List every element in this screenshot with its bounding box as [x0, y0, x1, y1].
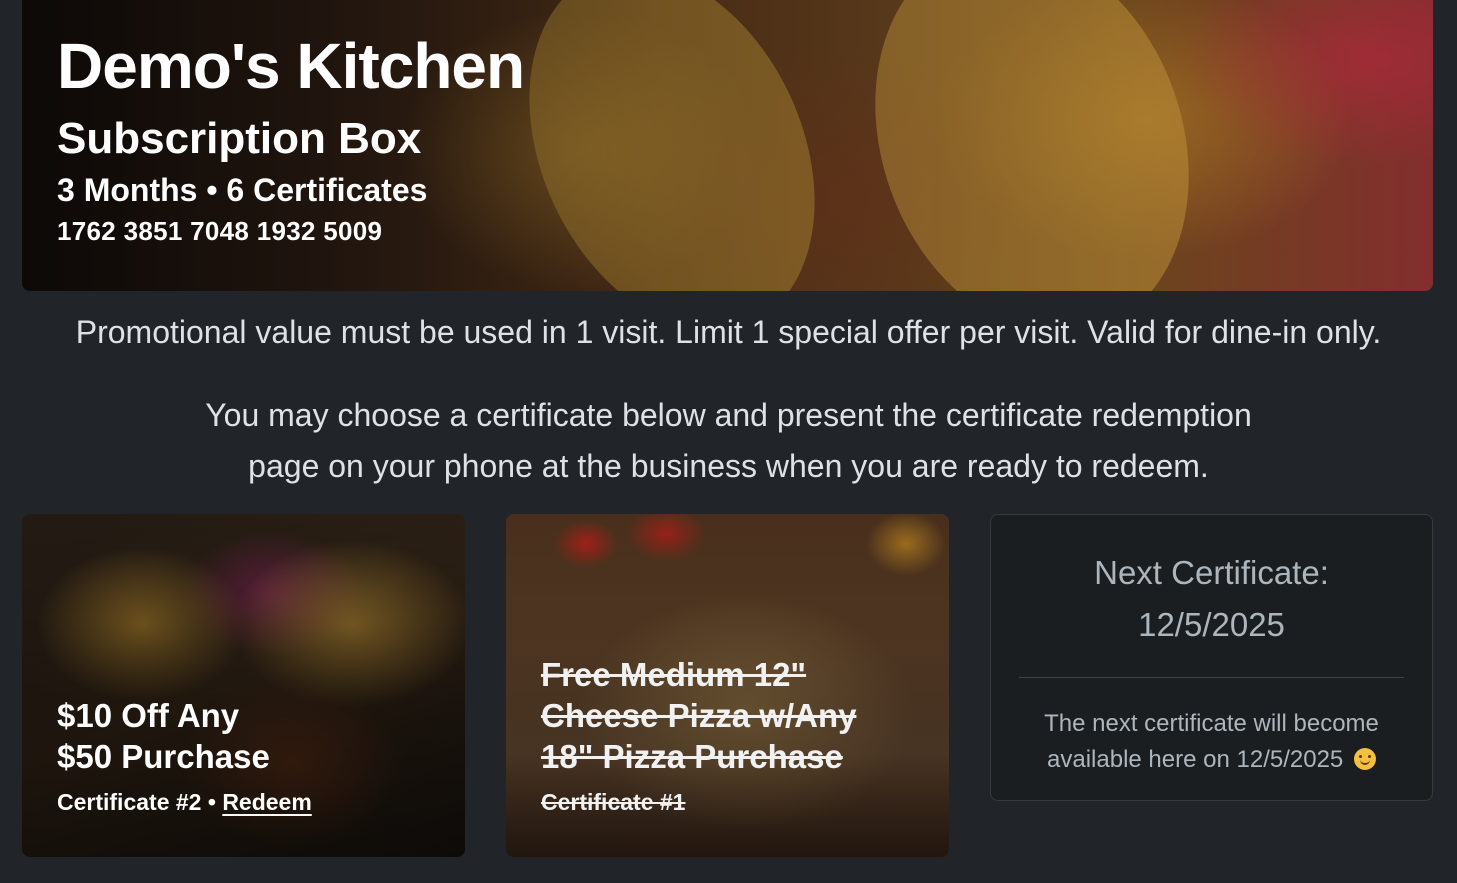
note-line-2: available here on 12/5/2025 [1021, 742, 1402, 778]
hero-text: Demo's Kitchen Subscription Box 3 Months… [57, 30, 525, 248]
instructions-line-1: You may choose a certificate below and p… [205, 397, 1252, 433]
note-line-2-text: available here on 12/5/2025 [1047, 746, 1344, 773]
certificate-card-1: Free Medium 12" Cheese Pizza w/Any 18" P… [506, 514, 949, 857]
certificate-title-line: 18" Pizza Purchase [541, 738, 843, 775]
certificate-footer: Certificate #1 [541, 787, 881, 817]
certificate-label: Certificate #2 [57, 789, 202, 815]
certificate-title-line: Cheese Pizza w/Any [541, 697, 857, 734]
certificate-card-2[interactable]: $10 Off Any $50 Purchase Certificate #2 … [22, 514, 465, 857]
note-line-1: The next certificate will become [1044, 710, 1379, 737]
smiling-face-icon [1353, 748, 1376, 770]
redeem-link[interactable]: Redeem [222, 789, 311, 815]
instructions-line-2: page on your phone at the business when … [248, 448, 1209, 484]
certificate-body: Free Medium 12" Cheese Pizza w/Any 18" P… [541, 654, 881, 817]
subscription-code: 1762 3851 7048 1932 5009 [57, 216, 383, 246]
next-certificate-note: The next certificate will become availab… [991, 706, 1432, 778]
next-certificate-heading: Next Certificate: [1094, 554, 1329, 591]
subscription-title: Subscription Box [57, 114, 422, 163]
subscription-meta: 3 Months • 6 Certificates [57, 172, 428, 208]
certificate-title-line: $10 Off Any [57, 697, 240, 734]
promo-terms: Promotional value must be used in 1 visi… [75, 314, 1382, 350]
next-certificate-card: Next Certificate: 12/5/2025 The next cer… [990, 514, 1433, 801]
hero-image-accent [473, 0, 871, 291]
divider [1019, 677, 1404, 678]
restaurant-name: Demo's Kitchen [57, 30, 525, 102]
certificate-title: Free Medium 12" Cheese Pizza w/Any 18" P… [541, 654, 881, 777]
certificate-body: $10 Off Any $50 Purchase Certificate #2 … [57, 695, 397, 817]
separator: • [207, 789, 216, 815]
hero-banner: Demo's Kitchen Subscription Box 3 Months… [22, 0, 1433, 291]
hero-image-accent [822, 0, 1242, 291]
certificate-title-line: $50 Purchase [57, 738, 270, 775]
certificate-label: Certificate #1 [541, 789, 686, 815]
certificate-title: $10 Off Any $50 Purchase [57, 695, 397, 777]
redemption-instructions: You may choose a certificate below and p… [0, 390, 1457, 492]
certificate-title-line: Free Medium 12" [541, 656, 807, 693]
certificate-footer: Certificate #2 • Redeem [57, 787, 397, 817]
next-certificate-date: 12/5/2025 [1138, 606, 1285, 643]
